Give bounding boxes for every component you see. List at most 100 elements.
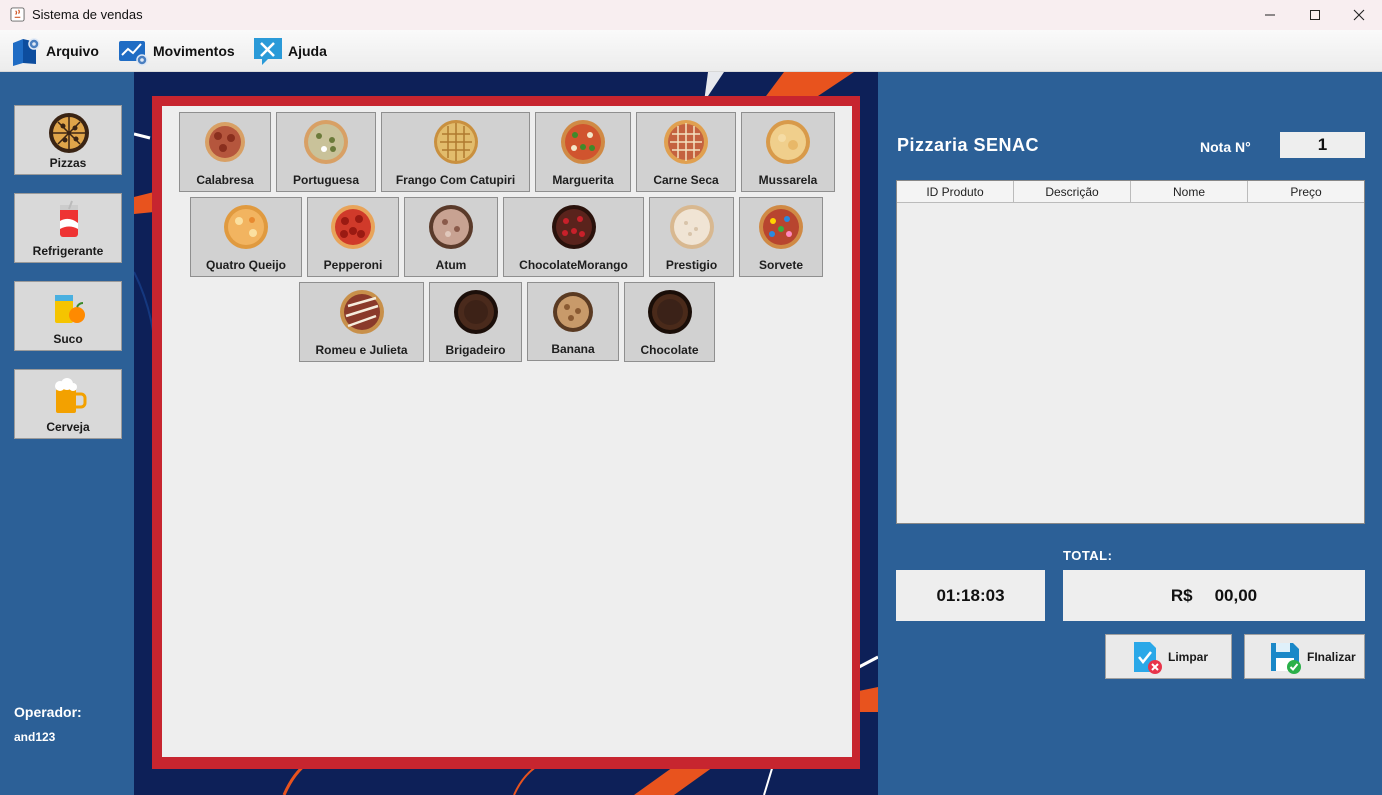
currency-symbol: R$ [1170,585,1193,605]
category-sidebar: Pizzas Refrigerante Suco Cerveja Operado… [0,72,134,795]
product-prestigio-button[interactable]: Prestigio [649,197,734,277]
product-quatro-queijo-button[interactable]: Quatro Queijo [190,197,302,277]
column-descricao[interactable]: Descrição [1014,181,1131,202]
product-label: Portuguesa [292,173,359,187]
save-check-icon [1271,642,1301,674]
product-label: Quatro Queijo [205,258,286,272]
product-mussarela-button[interactable]: Mussarela [741,112,835,192]
category-pizzas-label: Pizzas [49,156,87,170]
product-chocolate-button[interactable]: Chocolate [624,282,715,362]
category-pizzas-button[interactable]: Pizzas [14,105,122,175]
category-cerveja-button[interactable]: Cerveja [14,369,122,439]
pizza-prestigio-icon [669,205,714,249]
menu-arquivo-label: Arquivo [46,43,99,59]
category-cerveja-label: Cerveja [46,420,90,434]
window-title: Sistema de vendas [32,7,143,22]
product-label: Mussarela [758,173,818,187]
product-pepperoni-button[interactable]: Pepperoni [307,197,399,277]
maximize-icon [1310,10,1320,20]
pizza-chocolatemorango-icon [551,205,596,249]
folder-gear-icon [13,38,40,66]
clear-button-label: Limpar [1168,649,1209,664]
product-label: Sorvete [758,258,804,272]
pizza-sorvete-icon [759,205,803,249]
order-table[interactable]: ID Produto Descrição Nome Preço [896,180,1365,524]
category-refrigerante-button[interactable]: Refrigerante [14,193,122,263]
minimize-icon [1265,14,1275,16]
product-portuguesa-button[interactable]: Portuguesa [276,112,376,192]
pizza-chocolate-icon [647,290,692,334]
pizza-portuguesa-icon [304,120,348,164]
total-value: 00,00 [1214,585,1258,605]
soda-can-icon [60,200,78,237]
close-button[interactable] [1336,0,1382,30]
product-romeu-e-julieta-button[interactable]: Romeu e Julieta [299,282,424,362]
pizza-atum-icon [429,205,473,249]
pizza-banana-icon [553,292,593,332]
pizza-brigadeiro-icon [453,290,498,334]
product-brigadeiro-button[interactable]: Brigadeiro [429,282,522,362]
category-suco-button[interactable]: Suco [14,281,122,351]
operator-name: and123 [14,730,56,744]
product-label: ChocolateMorango [519,258,628,272]
product-label: Atum [435,258,467,272]
column-nome[interactable]: Nome [1131,181,1248,202]
product-marguerita-button[interactable]: Marguerita [535,112,631,192]
pizza-pepperoni-icon [331,205,375,249]
pizza-carne-seca-icon [664,120,708,164]
document-clear-icon [1134,641,1162,674]
pizza-frango-icon [433,120,478,164]
menu-movimentos-label: Movimentos [153,43,235,59]
title-bar: Sistema de vendas [0,0,1382,30]
close-icon [1353,9,1365,21]
maximize-button[interactable] [1292,0,1338,30]
product-chocolatemorango-button[interactable]: ChocolateMorango [503,197,644,277]
beer-mug-icon [55,378,87,413]
column-id-produto[interactable]: ID Produto [897,181,1014,202]
product-label: Banana [551,342,595,356]
product-frango-com-catupiri-button[interactable]: Frango Com Catupiri [381,112,530,192]
product-label: Carne Seca [653,173,719,187]
minimize-button[interactable] [1247,0,1293,30]
clear-button[interactable]: Limpar [1105,634,1232,679]
clock-display: 01:18:03 [896,570,1045,621]
table-header: ID Produto Descrição Nome Preço [897,181,1364,203]
total-display: R$ 00,00 [1063,570,1365,621]
menu-bar: Arquivo Movimentos Ajuda [0,30,1382,72]
product-banana-button[interactable]: Banana [527,282,619,361]
juice-icon [55,295,85,323]
java-app-icon [10,7,25,22]
menu-movimentos[interactable]: Movimentos [117,34,235,68]
nota-number: 1 [1280,132,1365,158]
product-label: Marguerita [552,173,614,187]
nota-label: Nota N° [1200,139,1251,155]
pizza-calabresa-icon [205,122,245,162]
product-label: Brigadeiro [445,343,506,357]
product-carne-seca-button[interactable]: Carne Seca [636,112,736,192]
pizza-quatro-queijo-icon [224,205,268,249]
product-label: Romeu e Julieta [315,343,408,357]
finish-button-label: FInalizar [1307,649,1356,664]
product-label: Prestigio [665,258,718,272]
category-suco-label: Suco [53,332,83,346]
total-label: TOTAL: [1063,548,1113,563]
pizza-icon [49,113,89,153]
menu-ajuda-label: Ajuda [288,43,327,59]
product-sorvete-button[interactable]: Sorvete [739,197,823,277]
product-atum-button[interactable]: Atum [404,197,498,277]
menu-arquivo[interactable]: Arquivo [10,34,99,68]
category-refrigerante-label: Refrigerante [32,244,104,258]
menu-ajuda[interactable]: Ajuda [252,34,327,68]
product-label: Chocolate [640,343,699,357]
column-preco[interactable]: Preço [1248,181,1364,202]
tools-help-icon [254,38,282,65]
pizza-mussarela-icon [766,120,810,164]
chart-gear-icon [119,41,148,66]
operator-label: Operador: [14,704,82,720]
product-calabresa-button[interactable]: Calabresa [179,112,271,192]
pizza-romeu-e-julieta-icon [339,290,384,334]
brand-title: Pizzaria SENAC [897,135,1040,155]
product-label: Calabresa [196,173,254,187]
pizza-marguerita-icon [561,120,605,164]
finish-button[interactable]: FInalizar [1244,634,1365,679]
